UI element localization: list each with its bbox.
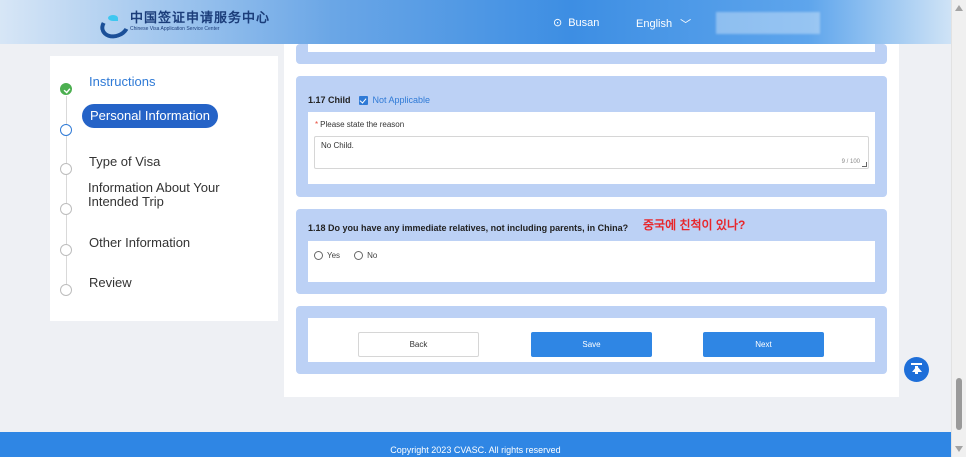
step-label: Review <box>89 275 132 290</box>
pending-step-icon <box>60 284 72 296</box>
radio-no-label: No <box>367 251 378 260</box>
question-card-1-17: 1.17 Child Not Applicable * Please state … <box>296 76 887 197</box>
not-applicable-label[interactable]: Not Applicable <box>373 95 431 105</box>
copyright-text: Copyright 2023 CVASC. All rights reserve… <box>390 445 561 455</box>
scroll-thumb[interactable] <box>956 378 962 430</box>
language-selector[interactable]: English ﹀ <box>636 16 691 32</box>
handwritten-annotation: 중국에 친척이 있나? <box>643 218 746 232</box>
step-label: Type of Visa <box>89 154 161 169</box>
step-label: Personal Information <box>82 104 218 128</box>
language-label: English <box>636 18 673 30</box>
chevron-down-icon: ﹀ <box>680 19 692 31</box>
pending-step-icon <box>60 203 72 215</box>
next-button[interactable]: Next <box>703 332 824 357</box>
form-main-panel: 1.17 Child Not Applicable * Please state … <box>284 44 899 397</box>
radio-container: Yes No <box>308 241 875 282</box>
radio-circle-icon <box>314 251 323 260</box>
back-button[interactable]: Back <box>358 332 479 357</box>
resize-handle-icon[interactable] <box>862 162 867 167</box>
action-card: Back Save Next <box>296 306 887 374</box>
required-asterisk: * <box>315 120 319 129</box>
current-step-icon <box>60 124 72 136</box>
step-sidebar: Instructions Personal Information Type o… <box>50 56 278 321</box>
check-circle-icon <box>60 83 72 95</box>
reason-label: Please state the reason <box>320 120 405 129</box>
page-footer: Copyright 2023 CVASC. All rights reserve… <box>0 432 951 457</box>
save-button[interactable]: Save <box>531 332 652 357</box>
location-selector[interactable]: ⊙ Busan <box>553 16 600 30</box>
reason-field-container: * Please state the reason No Child. 9 / 1… <box>308 112 875 184</box>
top-header: 中国签证申请服务中心 Chinese Visa Application Serv… <box>0 0 951 44</box>
question-card-1-18: 1.18 Do you have any immediate relatives… <box>296 209 887 294</box>
logo-icon <box>98 11 124 33</box>
location-label: Busan <box>568 16 600 29</box>
site-logo[interactable]: 中国签证申请服务中心 Chinese Visa Application Serv… <box>98 11 270 33</box>
user-account-box[interactable] <box>716 12 820 34</box>
step-label: Information About Your Intended Trip <box>88 180 220 209</box>
radio-no[interactable]: No <box>354 251 377 260</box>
radio-yes-label: Yes <box>327 251 341 260</box>
pending-step-icon <box>60 163 72 175</box>
scroll-up-icon[interactable] <box>955 5 963 11</box>
vertical-scrollbar[interactable] <box>951 0 966 457</box>
step-label: Other Information <box>89 235 191 250</box>
char-counter: 9 / 100 <box>841 159 860 165</box>
question-title: 1.18 Do you have any immediate relatives… <box>308 223 629 233</box>
step-label: Instructions <box>89 74 156 89</box>
pending-step-icon <box>60 244 72 256</box>
logo-cn-text: 中国签证申请服务中心 <box>130 11 271 26</box>
question-title: 1.17 Child <box>308 95 351 105</box>
radio-yes[interactable]: Yes <box>314 251 340 260</box>
not-applicable-checkbox[interactable] <box>358 95 368 105</box>
logo-en-text: Chinese Visa Application Service Center <box>130 26 220 32</box>
reason-textarea[interactable]: No Child. 9 / 100 <box>314 136 869 169</box>
location-pin-icon: ⊙ <box>553 17 563 29</box>
reason-value: No Child. <box>321 141 354 150</box>
radio-circle-icon <box>354 251 364 260</box>
scroll-down-icon[interactable] <box>955 446 963 452</box>
previous-question-card <box>296 44 887 64</box>
